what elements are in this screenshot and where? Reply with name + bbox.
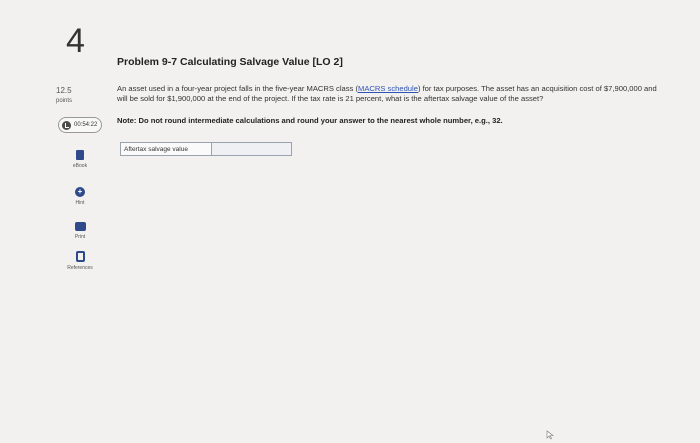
- answer-label: Aftertax salvage value: [120, 142, 212, 156]
- book-icon: [76, 150, 84, 160]
- print-button[interactable]: Print: [60, 222, 100, 240]
- question-number: 4: [66, 22, 85, 60]
- references-label: References: [67, 265, 93, 271]
- hint-icon: +: [75, 187, 85, 197]
- answer-row: Aftertax salvage value: [120, 142, 292, 156]
- problem-text: An asset used in a four-year project fal…: [117, 84, 657, 103]
- ebook-label: eBook: [72, 163, 88, 169]
- print-label: Print: [74, 234, 86, 240]
- ebook-button[interactable]: eBook: [60, 150, 100, 169]
- macrs-schedule-link[interactable]: MACRS schedule: [358, 84, 418, 93]
- problem-note: Note: Do not round intermediate calculat…: [117, 116, 503, 125]
- mouse-cursor-icon: [546, 430, 554, 440]
- timer-icon: [62, 120, 71, 130]
- timer-text: 00:54:22: [74, 122, 98, 128]
- points-label: points: [56, 98, 73, 104]
- references-button[interactable]: References: [60, 251, 100, 271]
- points-value: 12.5 points: [56, 86, 72, 106]
- hint-label: Hint: [75, 200, 85, 206]
- points-number: 12.5: [56, 86, 72, 95]
- timer-badge[interactable]: 00:54:22: [58, 117, 102, 133]
- printer-icon: [74, 222, 86, 231]
- problem-title: Problem 9-7 Calculating Salvage Value [L…: [117, 56, 343, 68]
- hint-button[interactable]: + Hint: [60, 187, 100, 206]
- aftertax-salvage-value-input[interactable]: [212, 142, 292, 156]
- problem-text-part1: An asset used in a four-year project fal…: [117, 84, 358, 93]
- references-icon: [75, 251, 85, 262]
- left-rail: 4 12.5 points 00:54:22 eBook + Hint Prin…: [0, 0, 112, 443]
